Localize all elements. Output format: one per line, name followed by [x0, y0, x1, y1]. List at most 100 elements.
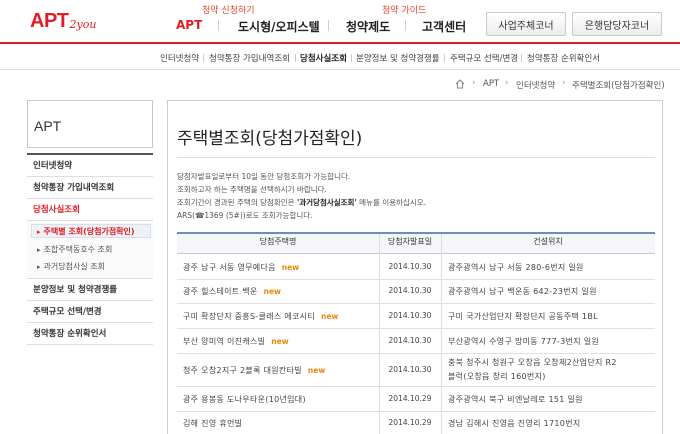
- location-text: 광주광역시 북구 비엔날레로 151 일원: [448, 394, 583, 404]
- house-name-link[interactable]: 광주 남구 서동 영무예다음 new: [183, 262, 299, 273]
- subnav-rank-certificate[interactable]: 청약통장 순위확인서: [527, 52, 600, 64]
- new-badge: new: [321, 311, 339, 321]
- business-corner-button[interactable]: 사업주체코너: [486, 12, 566, 36]
- subnav-sale-info[interactable]: 분양정보 및 청약경쟁률: [356, 52, 440, 64]
- page-title: 주택별조회(당첨가점확인): [177, 129, 363, 149]
- new-badge: new: [307, 365, 326, 375]
- gnb-separator: [328, 20, 329, 31]
- bank-corner-button[interactable]: 은행담당자코너: [572, 12, 662, 36]
- announce-date: 2014.10.29: [388, 393, 432, 403]
- title-divider: [177, 157, 655, 158]
- home-icon[interactable]: [455, 79, 465, 89]
- announce-date: 2014.10.30: [388, 335, 432, 345]
- house-name-text: 광주 용봉동 도나우타운(10년임대): [183, 394, 306, 404]
- sidebar-item-sale-info[interactable]: 분양정보 및 청약경쟁률: [27, 279, 153, 301]
- location-text: 광주광역시 남구 백운동 642-23번지 일원: [448, 287, 597, 296]
- house-name-link[interactable]: 청주 오창2지구 2블록 대원칸타빌 new: [183, 365, 325, 376]
- gnb-officetel[interactable]: 도시형/오피스텔: [238, 18, 320, 35]
- announce-date: 2014.10.29: [388, 417, 432, 427]
- subnav-separator: [295, 54, 296, 62]
- row-divider: [177, 279, 655, 280]
- sidebar-menu: 인터넷청약 청약통장 가입내역조회 당첨사실조회 ▸ 주택별 조회(당첨가점확인)…: [27, 153, 153, 345]
- logo-sub-text: 2you: [69, 18, 97, 31]
- location-text: 광주광역시 남구 서동 280-6번지 일원: [448, 262, 584, 272]
- site-logo[interactable]: APT 2you: [30, 10, 96, 33]
- new-badge: new: [263, 287, 281, 296]
- breadcrumb-chevron-icon: ›: [472, 78, 476, 88]
- gnb-apt[interactable]: APT: [176, 18, 202, 32]
- house-name-link[interactable]: 광주 힐스테이트 백운 new: [183, 286, 281, 297]
- bullet-arrow-icon: ▸: [37, 263, 41, 271]
- subnav-winning-check[interactable]: 당첨사실조회: [300, 52, 347, 64]
- table-top-border: [177, 232, 655, 234]
- bullet-arrow-icon: ▸: [37, 228, 41, 236]
- house-name-link[interactable]: 부산 양미역 이진캐스빌 new: [183, 336, 289, 347]
- past-lookup-link[interactable]: '과거당첨사실조회': [297, 198, 357, 207]
- row-divider: [177, 411, 655, 412]
- subnav-account-history[interactable]: 청약통장 가입내역조회: [209, 52, 290, 64]
- sidebar-item-housing-size[interactable]: 주택규모 선택/변경: [27, 301, 153, 323]
- announce-date: 2014.10.30: [388, 261, 432, 271]
- top-header: APT 2you 청약 신청하기 청약 가이드 APT 도시형/오피스텔 청약제…: [0, 0, 680, 44]
- subnav-internet-apply[interactable]: 인터넷청약: [160, 52, 199, 64]
- house-name-link[interactable]: 광주 용봉동 도나우타운(10년임대): [183, 394, 306, 405]
- description-line: 당첨자발표일로부터 10일 동안 당첨조회가 가능합니다.: [177, 172, 351, 181]
- row-divider: [177, 303, 655, 304]
- sidebar-item-account-history[interactable]: 청약통장 가입내역조회: [27, 177, 153, 199]
- column-header-house-name: 당첨주택명: [259, 237, 297, 246]
- description-line: ARS(☎1369 (5#))로도 조회가능합니다.: [177, 211, 313, 220]
- logo-main-text: APT: [30, 10, 69, 32]
- sidebar-title: APT: [34, 118, 62, 134]
- sidebar-sub-label: 과거당첨사실 조회: [43, 262, 105, 271]
- gnb-system[interactable]: 청약제도: [346, 18, 390, 35]
- sidebar-sub-label: 조합주택동호수 조회: [43, 245, 113, 254]
- bank-corner-label: 은행담당자코너: [584, 20, 650, 32]
- location-text: 경남 김해시 진영읍 진영리 1710번지: [448, 418, 581, 428]
- description-text: 메뉴를 이용하십시오.: [359, 198, 427, 207]
- sidebar-item-rank-certificate[interactable]: 청약통장 순위확인서: [27, 323, 153, 345]
- sidebar-submenu: ▸ 주택별 조회(당첨가점확인) ▸ 조합주택동호수 조회 ▸ 과거당첨사실 조회: [27, 221, 153, 279]
- house-name-text: 구미 확장단지 중흥S-클래스 에코시티: [183, 311, 315, 321]
- sub-navigation: 인터넷청약 청약통장 가입내역조회 당첨사실조회 분양정보 및 청약경쟁률 주택…: [0, 44, 680, 70]
- location-text: 충북 청주시 청원구 오창읍 오창제2산업단지 R2: [448, 358, 617, 367]
- location-text: 부산광역시 수영구 망미동 777-3번지 일원: [448, 336, 600, 346]
- description-text: 조회기간이 경과된 주택의 당첨확인은: [177, 198, 295, 207]
- house-name-link[interactable]: 구미 확장단지 중흥S-클래스 에코시티 new: [183, 311, 338, 322]
- subnav-separator: [521, 54, 522, 62]
- row-divider: [177, 386, 655, 387]
- subnav-separator: [444, 54, 445, 62]
- location-text: 블럭(오창읍 창리 160번지): [448, 372, 546, 381]
- sidebar-sub-item-house-lookup[interactable]: ▸ 주택별 조회(당첨가점확인): [27, 226, 153, 237]
- breadcrumb-current: 주택별조회(당첨가점확인): [572, 81, 665, 91]
- subnav-separator: [351, 54, 352, 62]
- bullet-arrow-icon: ▸: [37, 246, 41, 254]
- sidebar-sub-item-union-lookup[interactable]: ▸ 조합주택동호수 조회: [27, 244, 153, 255]
- new-badge: new: [271, 336, 289, 346]
- house-name-text: 부산 양미역 이진캐스빌: [183, 336, 266, 346]
- house-name-text: 광주 남구 서동 영무예다음: [183, 262, 276, 272]
- announce-date: 2014.10.30: [388, 310, 432, 320]
- business-corner-label: 사업주체코너: [498, 20, 554, 32]
- sidebar-sub-label: 주택별 조회(당첨가점확인): [43, 227, 135, 236]
- location-text: 구미 국가산업단지 확장단지 공동주택 1BL: [448, 311, 598, 321]
- sidebar-item-internet-apply[interactable]: 인터넷청약: [27, 155, 153, 177]
- sub-label-guide: 청약 가이드: [382, 6, 427, 16]
- gnb-separator: [405, 20, 406, 31]
- column-header-location: 건설위치: [533, 237, 563, 246]
- subnav-housing-size[interactable]: 주택규모 선택/변경: [450, 52, 518, 64]
- gnb-separator: [218, 20, 219, 31]
- gnb-customer-center[interactable]: 고객센터: [422, 18, 466, 35]
- breadcrumb-chevron-icon: ›: [562, 78, 566, 88]
- row-divider: [177, 353, 655, 354]
- breadcrumb-internet-apply[interactable]: 인터넷청약: [516, 79, 555, 91]
- breadcrumb-apt[interactable]: APT: [483, 79, 499, 89]
- sidebar-sub-item-past-lookup[interactable]: ▸ 과거당첨사실 조회: [27, 261, 153, 272]
- announce-date: 2014.10.30: [388, 286, 432, 295]
- breadcrumb-chevron-icon: ›: [505, 78, 509, 88]
- description-line: 조회기간이 경과된 주택의 당첨확인은 '과거당첨사실조회' 메뉴를 이용하십시…: [177, 197, 426, 208]
- subnav-separator: [203, 54, 204, 62]
- announce-date: 2014.10.30: [388, 364, 432, 374]
- house-name-text: 청주 오창2지구 2블록 대원칸타빌: [183, 365, 302, 375]
- house-name-link[interactable]: 김해 진영 휴먼빌: [183, 418, 242, 429]
- sidebar-item-winning-check[interactable]: 당첨사실조회: [27, 199, 153, 221]
